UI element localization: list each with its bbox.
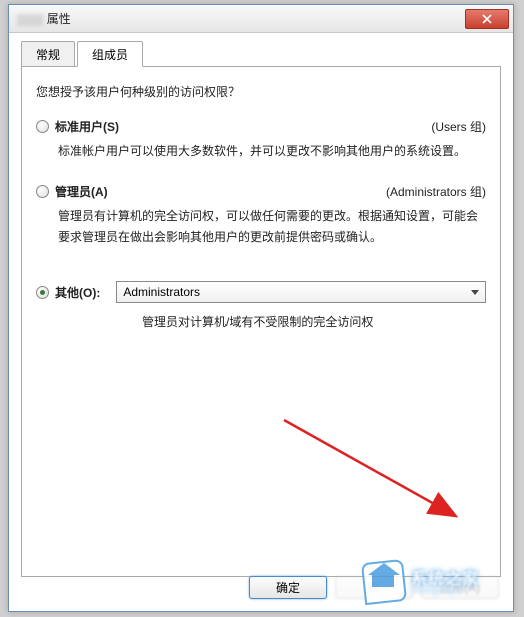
- dropdown-selected-value: Administrators: [123, 285, 471, 299]
- apply-button[interactable]: 应用(A): [421, 576, 499, 599]
- ok-button[interactable]: 确定: [249, 576, 327, 599]
- cancel-button[interactable]: 取: [335, 576, 413, 599]
- other-group-dropdown[interactable]: Administrators: [116, 281, 486, 303]
- titlebar[interactable]: ▯▯▯▯ 属性: [9, 5, 513, 33]
- properties-dialog: ▯▯▯▯ 属性 常规 组成员 您想授予该用户何种级别的访问权限？ 标准用户(S): [8, 4, 514, 612]
- dialog-buttons: 确定 取 应用(A): [249, 576, 499, 599]
- option-standard-user: 标准用户(S) (Users 组) 标准帐户用户可以使用大多数软件，并可以更改不…: [36, 118, 486, 161]
- chevron-down-icon: [471, 290, 479, 295]
- tab-general[interactable]: 常规: [21, 41, 75, 67]
- option-administrator: 管理员(A) (Administrators 组) 管理员有计算机的完全访问权，…: [36, 183, 486, 247]
- content-area: 常规 组成员 您想授予该用户何种级别的访问权限？ 标准用户(S) (Users …: [9, 33, 513, 589]
- radio-standard-user[interactable]: [36, 120, 49, 133]
- tabstrip: 常规 组成员: [21, 43, 501, 67]
- label-other: 其他(O):: [55, 284, 100, 301]
- label-administrator: 管理员(A): [55, 183, 108, 200]
- close-icon: [482, 14, 492, 24]
- tab-panel-members: 您想授予该用户何种级别的访问权限？ 标准用户(S) (Users 组) 标准帐户…: [21, 67, 501, 577]
- radio-other[interactable]: [36, 286, 49, 299]
- group-note-admins: (Administrators 组): [386, 183, 486, 200]
- desc-standard-user: 标准帐户用户可以使用大多数软件，并可以更改不影响其他用户的系统设置。: [58, 141, 486, 161]
- radio-administrator[interactable]: [36, 185, 49, 198]
- close-button[interactable]: [465, 9, 509, 29]
- desc-administrator: 管理员有计算机的完全访问权，可以做任何需要的更改。根据通知设置，可能会要求管理员…: [58, 206, 486, 247]
- group-note-users: (Users 组): [431, 118, 486, 135]
- access-level-question: 您想授予该用户何种级别的访问权限？: [36, 83, 486, 100]
- label-standard-user: 标准用户(S): [55, 118, 119, 135]
- option-other: 其他(O): Administrators: [36, 281, 486, 303]
- desc-other: 管理员对计算机/域有不受限制的完全访问权: [142, 313, 486, 330]
- tab-members[interactable]: 组成员: [77, 41, 143, 67]
- window-title: ▯▯▯▯ 属性: [17, 10, 465, 27]
